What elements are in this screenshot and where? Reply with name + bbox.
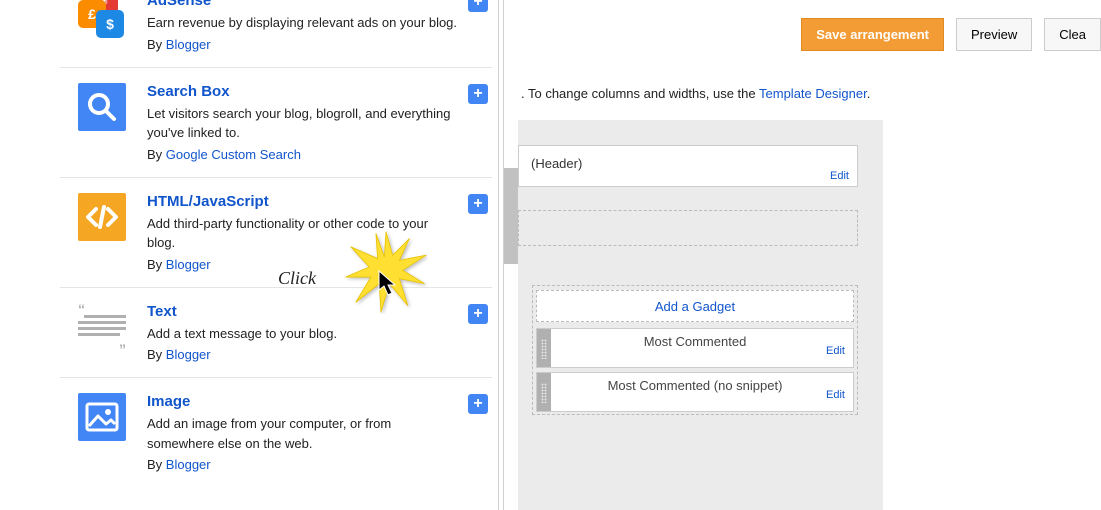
gadget-body: AdSense Earn revenue by displaying relev… <box>147 0 488 52</box>
add-a-gadget-link[interactable]: Add a Gadget <box>536 290 854 322</box>
scrollbar-thumb[interactable] <box>504 168 518 264</box>
empty-layout-slot[interactable] <box>518 210 858 246</box>
header-widget-label: (Header) <box>531 156 582 171</box>
click-annotation-label: Click <box>278 268 316 289</box>
layout-widget-most-commented-no-snippet[interactable]: Most Commented (no snippet) Edit <box>536 372 854 412</box>
layout-canvas: (Header) Edit Add a Gadget Most Commente… <box>518 120 883 510</box>
header-widget[interactable]: (Header) Edit <box>518 145 858 187</box>
gadget-author-link[interactable]: Google Custom Search <box>166 147 301 162</box>
gadget-author-link[interactable]: Blogger <box>166 37 211 52</box>
layout-widget-title: Most Commented (no snippet) <box>608 378 783 393</box>
layout-info-text: . To change columns and widths, use the … <box>521 86 870 101</box>
edit-link[interactable]: Edit <box>826 338 845 364</box>
gadget-desc: Add third-party functionality or other c… <box>147 214 458 253</box>
image-icon <box>78 393 126 441</box>
search-icon <box>78 83 126 131</box>
edit-link[interactable]: Edit <box>830 170 849 182</box>
layout-editor: Save arrangement Preview Clea . To chang… <box>518 0 1101 510</box>
gadget-title[interactable]: Text <box>147 303 458 320</box>
adsense-icon: ¥ £ $ <box>78 0 126 40</box>
gadget-title[interactable]: AdSense <box>147 0 458 9</box>
gadget-item-image[interactable]: Image Add an image from your computer, o… <box>60 377 492 487</box>
gadget-title[interactable]: HTML/JavaScript <box>147 193 458 210</box>
gadget-author-link[interactable]: Blogger <box>166 457 211 472</box>
gadget-byline: By Google Custom Search <box>147 147 458 162</box>
gadget-drop-area: Add a Gadget Most Commented Edit Most Co… <box>532 285 858 415</box>
gadget-desc: Earn revenue by displaying relevant ads … <box>147 13 458 33</box>
edit-link[interactable]: Edit <box>826 382 845 408</box>
gadget-title[interactable]: Image <box>147 393 458 410</box>
gadget-byline: By Blogger <box>147 347 458 362</box>
gadget-desc: Add an image from your computer, or from… <box>147 414 458 453</box>
gadget-desc: Add a text message to your blog. <box>147 324 458 344</box>
layout-widget-most-commented[interactable]: Most Commented Edit <box>536 328 854 368</box>
layout-toolbar: Save arrangement Preview Clea <box>801 18 1101 51</box>
gadget-title[interactable]: Search Box <box>147 83 458 100</box>
clear-button[interactable]: Clea <box>1044 18 1101 51</box>
layout-widget-title: Most Commented <box>644 334 747 349</box>
template-designer-link[interactable]: Template Designer <box>759 86 867 101</box>
gadget-body: Search Box Let visitors search your blog… <box>147 83 488 162</box>
code-icon <box>78 193 126 241</box>
text-icon: “ ” <box>78 303 126 351</box>
preview-button[interactable]: Preview <box>956 18 1032 51</box>
gadget-author-link[interactable]: Blogger <box>166 257 211 272</box>
drag-handle[interactable] <box>537 373 551 411</box>
save-arrangement-button[interactable]: Save arrangement <box>801 18 944 51</box>
gadget-author-link[interactable]: Blogger <box>166 347 211 362</box>
gadget-desc: Let visitors search your blog, blogroll,… <box>147 104 458 143</box>
add-gadget-button[interactable]: + <box>468 194 488 214</box>
gadget-byline: By Blogger <box>147 37 458 52</box>
gadget-item-searchbox[interactable]: Search Box Let visitors search your blog… <box>60 67 492 177</box>
add-gadget-button[interactable]: + <box>468 0 488 12</box>
add-gadget-button[interactable]: + <box>468 84 488 104</box>
gadget-byline: By Blogger <box>147 457 458 472</box>
drag-handle[interactable] <box>537 329 551 367</box>
gadget-list: ¥ £ $ AdSense Earn revenue by displaying… <box>60 0 492 510</box>
gadget-body: Image Add an image from your computer, o… <box>147 393 488 472</box>
gadget-item-adsense[interactable]: ¥ £ $ AdSense Earn revenue by displaying… <box>60 0 492 67</box>
gadget-item-htmljs[interactable]: HTML/JavaScript Add third-party function… <box>60 177 492 287</box>
add-gadget-button[interactable]: + <box>468 304 488 324</box>
gadget-body: Text Add a text message to your blog. By… <box>147 303 488 363</box>
gadget-body: HTML/JavaScript Add third-party function… <box>147 193 488 272</box>
gadget-item-text[interactable]: “ ” Text Add a text message to your blog… <box>60 287 492 378</box>
add-gadget-button[interactable]: + <box>468 394 488 414</box>
